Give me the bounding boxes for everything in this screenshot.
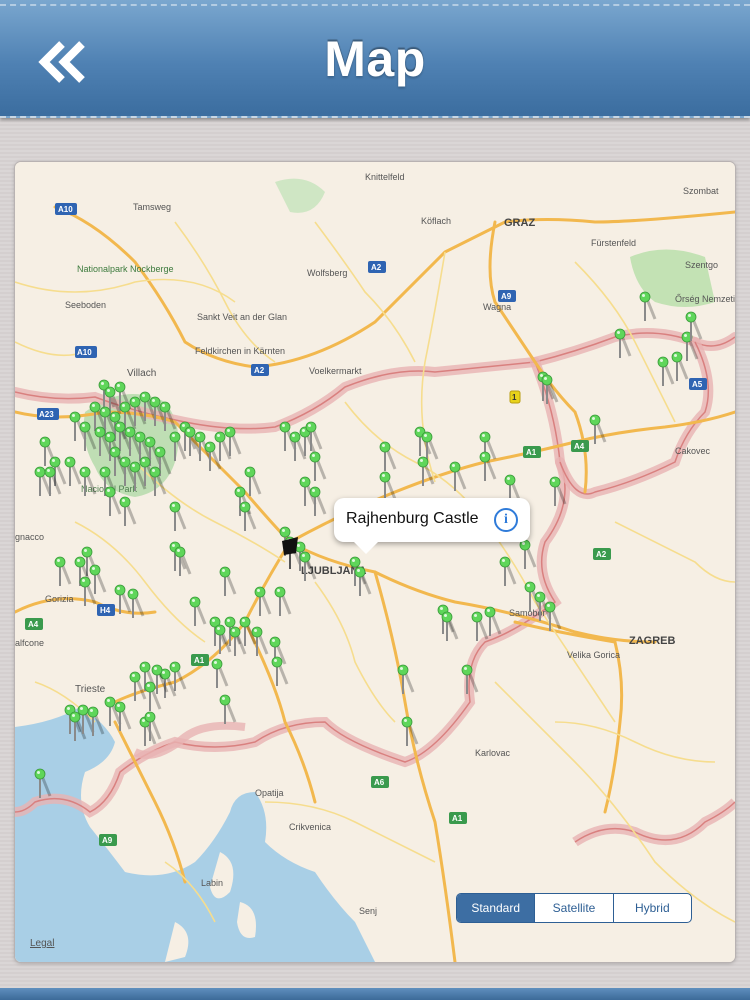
navigation-bar: Map — [0, 0, 750, 118]
place-label-furstenfeld: Fürstenfeld — [591, 238, 636, 248]
road-shield: A5 — [692, 380, 703, 389]
road-shield: A23 — [39, 410, 54, 419]
place-label-nationalpark: Nationalpark Nockberge — [77, 264, 174, 274]
callout-title: Rajhenburg Castle — [346, 510, 479, 527]
road-shield: A1 — [526, 448, 537, 457]
place-label-alfcone: alfcone — [15, 638, 44, 648]
place-label-karlovac: Karlovac — [475, 748, 511, 758]
place-label-gnacco: gnacco — [15, 532, 44, 542]
segment-standard[interactable]: Standard — [457, 894, 535, 922]
segment-hybrid[interactable]: Hybrid — [612, 894, 691, 922]
place-label-crikvenica: Crikvenica — [289, 822, 331, 832]
place-label-labin: Labin — [201, 878, 223, 888]
bottom-bar — [0, 988, 750, 1000]
place-label-koflach: Köflach — [421, 216, 451, 226]
place-label-feldkirchen: Feldkirchen in Kärnten — [195, 346, 285, 356]
annotation-callout[interactable]: Rajhenburg Castle i — [334, 498, 530, 554]
place-label-opatija: Opatija — [255, 788, 284, 798]
place-label-velika-gorica: Velika Gorica — [567, 650, 620, 660]
road-shield: A6 — [374, 778, 385, 787]
info-icon[interactable]: i — [494, 508, 518, 532]
map-canvas[interactable]: Knittelfeld Szombat Tamsweg Köflach GRAZ… — [15, 162, 735, 962]
road-shield: A4 — [574, 442, 585, 451]
road-shield: A9 — [501, 292, 512, 301]
road-shield: A2 — [371, 263, 382, 272]
place-label-knittelfeld: Knittelfeld — [365, 172, 405, 182]
page-title: Map — [324, 31, 426, 87]
road-shield: 1 — [512, 393, 517, 402]
place-label-cakovec: Cakovec — [675, 446, 711, 456]
place-label-orseg: Őrség Nemzeti P — [675, 294, 735, 304]
place-label-voelkermarkt: Voelkermarkt — [309, 366, 362, 376]
road-shield: H4 — [100, 606, 111, 615]
road-shield: A9 — [102, 836, 113, 845]
place-label-sankt-veit: Sankt Veit an der Glan — [197, 312, 287, 322]
place-label-zagreb: ZAGREB — [629, 635, 676, 647]
place-label-szombat: Szombat — [683, 186, 719, 196]
navbar-stitching — [0, 4, 750, 6]
road-shield: A10 — [77, 348, 92, 357]
road-shield: A1 — [194, 656, 205, 665]
road-shield: A10 — [58, 205, 73, 214]
place-label-gorizia: Gorizia — [45, 594, 74, 604]
place-label-villach: Villach — [127, 368, 156, 379]
road-shield: A2 — [254, 366, 265, 375]
place-label-szentgo: Szentgo — [685, 260, 718, 270]
segment-satellite[interactable]: Satellite — [534, 894, 612, 922]
map-type-segmented-control[interactable]: Standard Satellite Hybrid — [456, 893, 692, 923]
place-label-wagna: Wagna — [483, 302, 511, 312]
place-label-seeboden: Seeboden — [65, 300, 106, 310]
legal-link[interactable]: Legal — [30, 938, 54, 949]
place-label-senj: Senj — [359, 906, 377, 916]
map-view[interactable]: Knittelfeld Szombat Tamsweg Köflach GRAZ… — [15, 162, 735, 962]
place-label-graz: GRAZ — [504, 217, 535, 229]
road-shield: A4 — [28, 620, 39, 629]
place-label-wolfsberg: Wolfsberg — [307, 268, 347, 278]
road-shield: A2 — [596, 550, 607, 559]
place-label-tamsweg: Tamsweg — [133, 202, 171, 212]
road-shield: A1 — [452, 814, 463, 823]
place-label-trieste: Trieste — [75, 684, 106, 695]
